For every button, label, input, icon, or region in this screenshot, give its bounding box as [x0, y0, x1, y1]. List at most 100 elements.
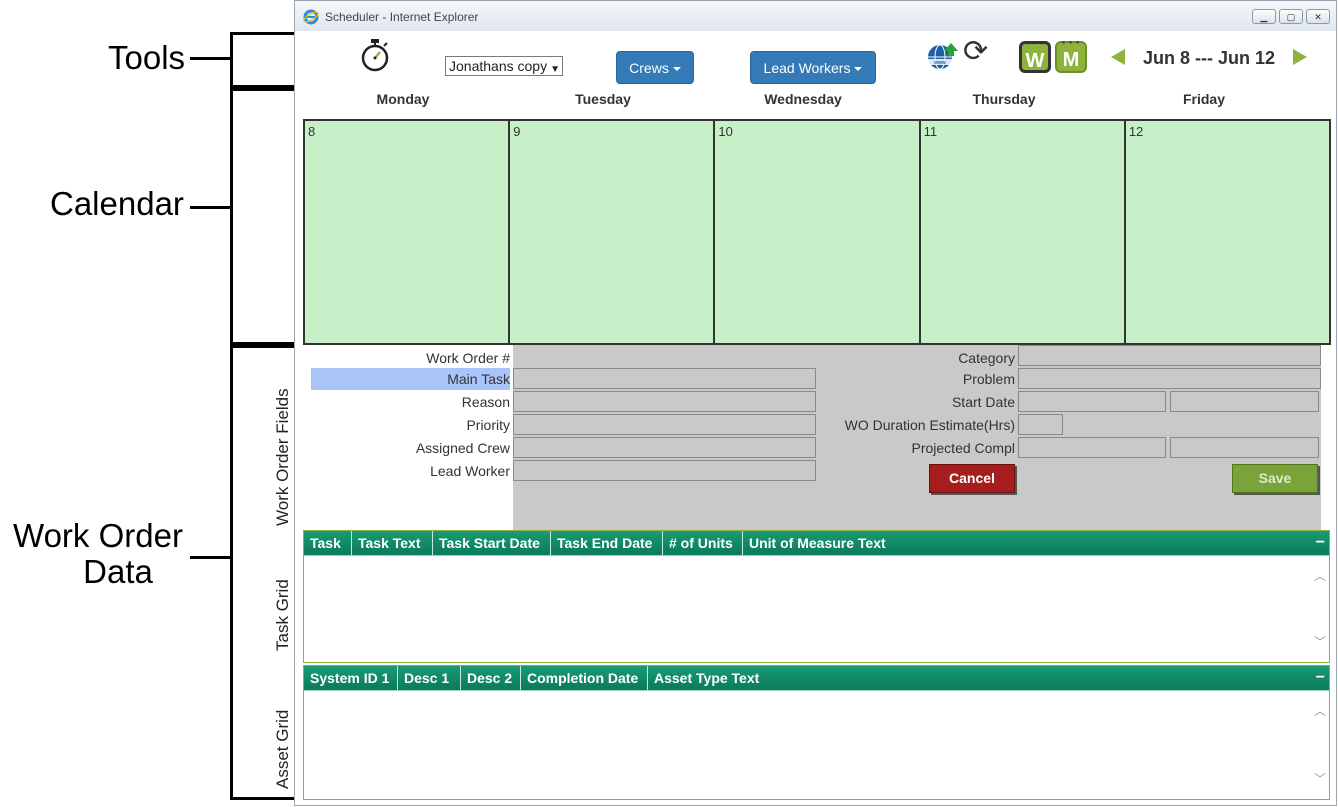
calendar-rings-icon: • • •	[1026, 39, 1044, 48]
globe-upload-icon[interactable]: www	[927, 41, 959, 71]
title-bar: Scheduler - Internet Explorer ▁ ▢ ✕	[295, 1, 1336, 32]
annotation-calendar-line	[190, 206, 230, 209]
arrow-right-icon[interactable]	[1293, 49, 1307, 65]
work-order-fields: Work Order # Main Task Reason Priority A…	[303, 345, 1323, 531]
day-cell-monday[interactable]: 8	[305, 121, 511, 343]
cancel-button[interactable]: Cancel	[929, 464, 1015, 493]
label-assigned-crew: Assigned Crew	[415, 440, 510, 456]
asset-col-desc2[interactable]: Desc 2	[461, 666, 521, 690]
day-cell-tuesday[interactable]: 9	[510, 121, 716, 343]
label-wo-duration-estimate: WO Duration Estimate(Hrs)	[844, 417, 1015, 433]
annotation-calendar: Calendar	[50, 185, 184, 222]
task-col-task-text[interactable]: Task Text	[352, 531, 433, 555]
refresh-icon[interactable]: ⟳	[963, 37, 988, 67]
svg-text:www: www	[933, 60, 946, 66]
annotation-work-order-data-line2: Data	[83, 553, 153, 590]
lead-workers-button-label: Lead Workers	[763, 60, 851, 76]
week-view-label: W	[1025, 50, 1045, 72]
day-number: 12	[1128, 124, 1144, 139]
asset-grid-header: System ID 1 Desc 1 Desc 2 Completion Dat…	[304, 666, 1329, 691]
asset-col-completion-date[interactable]: Completion Date	[521, 666, 648, 690]
task-col-units[interactable]: # of Units	[663, 531, 743, 555]
label-category: Category	[958, 350, 1015, 366]
projected-compl-date-field[interactable]	[1018, 437, 1166, 458]
lead-worker-field[interactable]	[513, 460, 816, 481]
collapse-icon[interactable]: −	[1316, 531, 1325, 555]
window-title: Scheduler - Internet Explorer	[325, 10, 479, 24]
scroll-up-icon[interactable]: ︿	[1314, 567, 1326, 584]
day-header-friday: Friday	[1182, 91, 1225, 107]
restore-button[interactable]: ▢	[1279, 9, 1303, 24]
day-header-tuesday: Tuesday	[575, 91, 631, 107]
label-reason: Reason	[461, 394, 510, 410]
task-grid-label: Task Grid	[273, 579, 292, 651]
problem-field[interactable]	[1018, 368, 1321, 389]
asset-col-desc1[interactable]: Desc 1	[398, 666, 461, 690]
label-start-date: Start Date	[951, 394, 1015, 410]
calendar-rings-icon: • • •	[1062, 38, 1080, 47]
task-grid-scrollbar[interactable]: ︿ ﹀	[1313, 555, 1329, 662]
ie-window: Scheduler - Internet Explorer ▁ ▢ ✕ Jona…	[273, 0, 1337, 806]
annotation-tools-bracket	[230, 32, 297, 91]
label-lead-worker: Lead Worker	[430, 463, 510, 479]
main-task-field[interactable]	[513, 368, 816, 389]
label-priority: Priority	[466, 417, 510, 433]
day-cell-thursday[interactable]: 11	[920, 121, 1126, 343]
annotation-tools-line	[190, 57, 230, 60]
caret-down-icon	[672, 67, 681, 72]
save-button[interactable]: Save	[1232, 464, 1318, 493]
annotation-work-order-data-line1: Work Order	[13, 517, 183, 554]
asset-col-system-id[interactable]: System ID 1	[304, 666, 398, 690]
schedule-select[interactable]: Jonathans copy ▼	[445, 56, 563, 76]
task-grid: Task Task Text Task Start Date Task End …	[303, 530, 1330, 663]
work-order-fields-label: Work Order Fields	[273, 388, 292, 526]
crews-button-label: Crews	[629, 60, 669, 76]
arrow-left-icon[interactable]	[1111, 49, 1125, 65]
day-cell-friday[interactable]: 12	[1125, 121, 1330, 343]
start-date-field[interactable]	[1018, 391, 1166, 412]
day-header-wednesday: Wednesday	[764, 91, 842, 107]
wo-duration-field[interactable]	[1018, 414, 1063, 435]
assigned-crew-field[interactable]	[513, 437, 816, 458]
projected-compl-time-field[interactable]	[1170, 437, 1319, 458]
month-view-label: M	[1062, 49, 1080, 71]
task-col-end-date[interactable]: Task End Date	[551, 531, 663, 555]
scroll-down-icon[interactable]: ﹀	[1314, 770, 1326, 787]
day-header-monday: Monday	[376, 91, 430, 107]
scroll-down-icon[interactable]: ﹀	[1314, 633, 1326, 650]
task-col-task[interactable]: Task	[304, 531, 352, 555]
day-header-thursday: Thursday	[972, 91, 1036, 107]
label-main-task: Main Task	[311, 368, 510, 390]
month-view-button[interactable]: • • • M	[1055, 38, 1087, 73]
start-time-field[interactable]	[1170, 391, 1319, 412]
task-col-uom-text[interactable]: Unit of Measure Text	[743, 531, 892, 555]
week-view-button[interactable]: • • • W	[1019, 39, 1051, 73]
close-button[interactable]: ✕	[1306, 9, 1330, 24]
day-cell-wednesday[interactable]: 10	[715, 121, 921, 343]
day-number: 11	[923, 124, 938, 139]
asset-grid: System ID 1 Desc 1 Desc 2 Completion Dat…	[303, 665, 1330, 800]
asset-grid-label: Asset Grid	[273, 709, 292, 789]
category-field[interactable]	[1018, 345, 1321, 366]
priority-field[interactable]	[513, 414, 816, 435]
label-work-order-number: Work Order #	[426, 350, 510, 366]
asset-col-asset-type-text[interactable]: Asset Type Text	[648, 666, 765, 690]
collapse-icon[interactable]: −	[1316, 666, 1325, 690]
scroll-up-icon[interactable]: ︿	[1314, 702, 1326, 719]
task-col-start-date[interactable]: Task Start Date	[433, 531, 551, 555]
schedule-select-value: Jonathans copy	[449, 58, 548, 74]
task-grid-header: Task Task Text Task Start Date Task End …	[304, 531, 1329, 556]
window-controls: ▁ ▢ ✕	[1252, 9, 1330, 24]
day-number: 9	[513, 124, 521, 139]
chevron-down-icon: ▼	[550, 64, 560, 75]
minimize-button[interactable]: ▁	[1252, 9, 1276, 24]
annotation-tools: Tools	[108, 39, 186, 76]
asset-grid-scrollbar[interactable]: ︿ ﹀	[1313, 690, 1329, 799]
caret-down-icon	[854, 67, 863, 72]
stopwatch-icon[interactable]	[359, 39, 391, 73]
day-number: 10	[718, 124, 733, 139]
crews-button[interactable]: Crews	[616, 51, 694, 84]
lead-workers-button[interactable]: Lead Workers	[750, 51, 876, 84]
annotation-work-order-data: Work Order Data	[8, 518, 188, 590]
reason-field[interactable]	[513, 391, 816, 412]
